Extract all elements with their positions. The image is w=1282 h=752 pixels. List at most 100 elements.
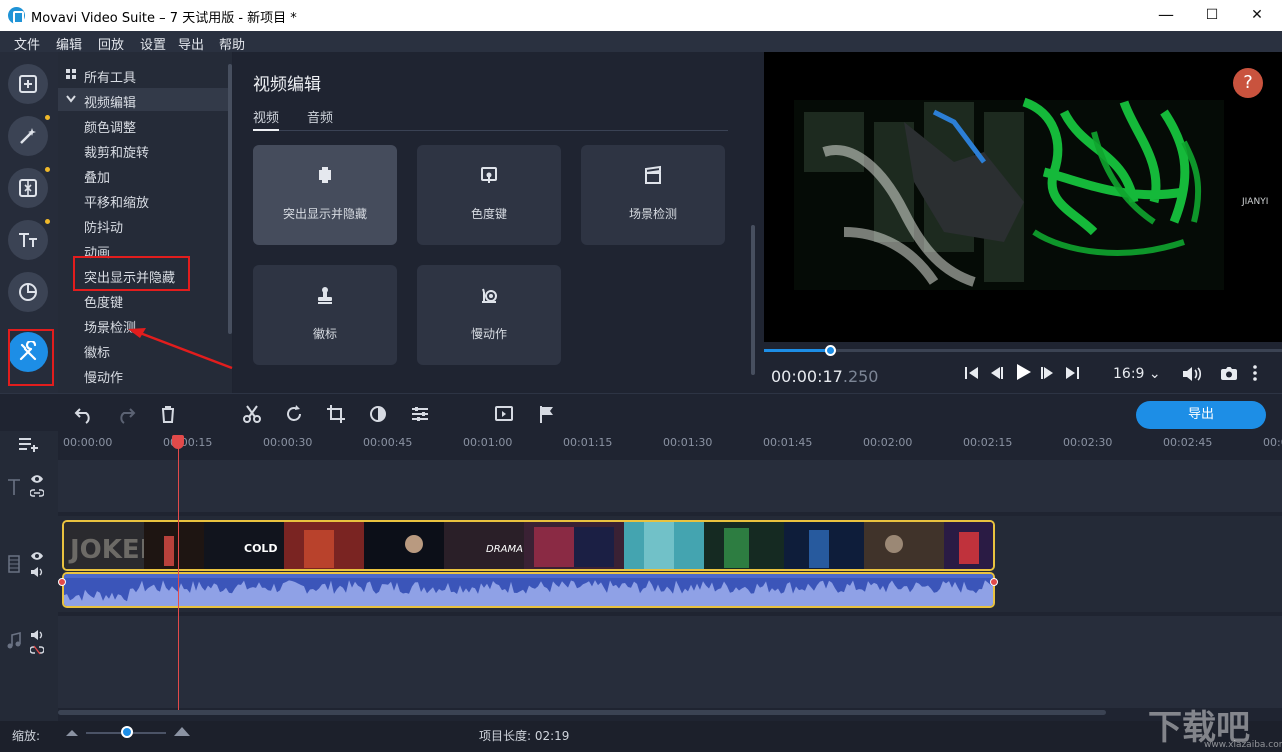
card-scene-detect[interactable]: 场景检测 [581, 145, 725, 245]
aspect-ratio-value: 16:9 [1113, 366, 1145, 382]
color-adjust-icon[interactable] [368, 404, 388, 424]
cut-icon[interactable] [242, 404, 262, 424]
card-label: 徽标 [312, 327, 337, 341]
seek-knob[interactable] [825, 345, 836, 356]
tab-active-indicator [253, 129, 279, 131]
unlink-icon[interactable] [30, 645, 44, 655]
camera-icon[interactable] [1220, 364, 1238, 382]
skip-to-end-icon[interactable] [1063, 364, 1081, 382]
card-label: 场景检测 [628, 207, 677, 221]
zoom-out-icon[interactable] [66, 728, 78, 736]
card-slow-motion[interactable]: 慢动作 [417, 265, 561, 365]
clip-thumbnails-image: JOKER COLD DRAMA [64, 522, 993, 569]
crop-icon[interactable] [326, 404, 346, 424]
video-preview[interactable]: JIANYI [764, 52, 1282, 342]
title-track-icon [8, 479, 20, 495]
snail-icon [482, 288, 497, 303]
delete-icon[interactable] [158, 404, 178, 424]
blur-icon [319, 167, 331, 183]
marker-flag-icon[interactable] [536, 404, 556, 424]
seek-bar-fill [764, 349, 831, 352]
zoom-slider-knob[interactable] [121, 726, 133, 738]
time-tick: 00:03:00 [1263, 436, 1282, 449]
seek-bar[interactable] [764, 349, 1282, 352]
project-length: 项目长度: 02:19 [479, 729, 570, 743]
next-frame-icon[interactable] [1039, 364, 1057, 382]
time-tick: 00:00:15 [163, 436, 213, 449]
rotate-icon[interactable] [284, 404, 304, 424]
clip-properties-icon[interactable] [410, 404, 430, 424]
undo-icon[interactable] [74, 404, 94, 424]
time-tick: 00:01:45 [763, 436, 813, 449]
export-button[interactable]: 导出 [1136, 401, 1266, 429]
card-highlight-hide[interactable]: 突出显示并隐藏 [253, 145, 397, 245]
eye-icon[interactable] [30, 474, 44, 484]
audio-volume-handle-left[interactable] [58, 578, 66, 586]
time-tick: 00:02:00 [863, 436, 913, 449]
timeline-toolbar [0, 393, 1282, 431]
link-icon[interactable] [30, 488, 44, 498]
redo-icon[interactable] [116, 404, 136, 424]
time-code-main: 00:00:17 [771, 367, 843, 386]
time-tick: 00:02:45 [1163, 436, 1213, 449]
audio-waveform-image [64, 574, 993, 606]
edit-panel-scrollbar[interactable] [751, 225, 755, 375]
eye-icon[interactable] [30, 551, 44, 561]
panel-title: 视频编辑 [253, 75, 321, 95]
help-button[interactable]: ? [1233, 68, 1263, 98]
card-label: 突出显示并隐藏 [282, 207, 367, 221]
tab-audio[interactable]: 音频 [307, 107, 333, 126]
time-code-ms: .250 [842, 367, 879, 386]
time-tick: 00:01:30 [663, 436, 713, 449]
skip-to-start-icon[interactable] [963, 364, 981, 382]
time-tick: 00:01:15 [563, 436, 613, 449]
title-track[interactable] [58, 460, 1282, 512]
add-track-icon[interactable] [18, 436, 40, 452]
transition-wizard-icon[interactable] [494, 404, 514, 424]
tab-video[interactable]: 视频 [253, 107, 279, 126]
aspect-ratio-select[interactable]: 16:9 ⌄ [1113, 366, 1161, 382]
time-code: 00:00:17.250 [771, 367, 878, 386]
tab-divider [253, 130, 728, 131]
video-watermark-text: JIANYI [1241, 197, 1268, 207]
time-tick: 00:00:30 [263, 436, 313, 449]
chroma-key-icon [481, 167, 497, 183]
site-watermark-url: www.xiazaiba.com [1204, 740, 1282, 750]
play-icon[interactable] [1013, 362, 1033, 382]
speaker-icon[interactable] [30, 629, 44, 641]
timeline-scrollbar[interactable] [58, 710, 1106, 715]
card-label: 色度键 [470, 207, 507, 221]
speaker-icon[interactable] [30, 566, 44, 578]
audio-clip[interactable] [62, 572, 995, 608]
zoom-in-icon[interactable] [174, 726, 190, 736]
close-button[interactable]: ✕ [1247, 5, 1267, 25]
card-chroma-key[interactable]: 色度键 [417, 145, 561, 245]
time-tick: 00:02:15 [963, 436, 1013, 449]
video-frame-image: JIANYI [764, 52, 1282, 342]
chevron-down-icon: ⌄ [1148, 366, 1161, 382]
status-bar [0, 721, 1282, 752]
music-track-icon [7, 632, 21, 649]
playhead-handle[interactable] [172, 435, 184, 449]
annotation-arrow-icon [128, 328, 233, 370]
more-options-icon[interactable] [1250, 364, 1260, 382]
video-clip[interactable]: JOKER COLD DRAMA [62, 520, 995, 571]
stamp-icon [318, 287, 332, 304]
zoom-label: 缩放: [12, 729, 41, 743]
svg-text:COLD: COLD [244, 542, 278, 555]
video-edit-panel: 视频编辑 视频 音频 突出显示并隐藏 色度键 场景检测 徽标 慢动作 [233, 52, 761, 393]
volume-icon[interactable] [1181, 364, 1203, 384]
clapperboard-icon [645, 165, 661, 184]
audio-volume-handle-right[interactable] [990, 578, 998, 586]
minimize-button[interactable]: — [1156, 5, 1176, 25]
maximize-button[interactable]: ☐ [1202, 5, 1222, 25]
time-tick: 00:02:30 [1063, 436, 1113, 449]
site-watermark: 下载吧 www.xiazaiba.com [1148, 700, 1282, 750]
time-tick: 00:01:00 [463, 436, 513, 449]
video-track-icon [8, 555, 20, 573]
prev-frame-icon[interactable] [987, 364, 1005, 382]
music-track[interactable] [58, 616, 1282, 708]
card-label: 慢动作 [470, 327, 507, 341]
playhead-line [178, 440, 179, 710]
card-logo[interactable]: 徽标 [253, 265, 397, 365]
